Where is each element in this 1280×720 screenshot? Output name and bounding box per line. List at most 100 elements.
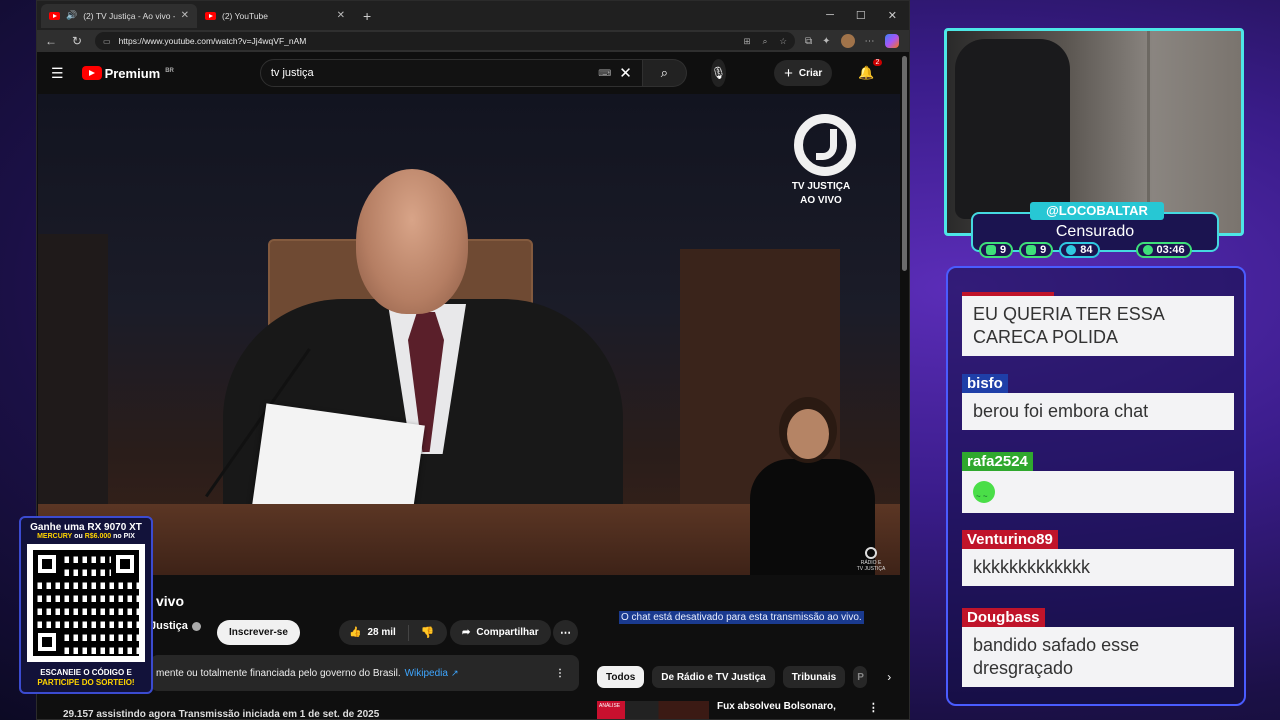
recommended-menu-icon[interactable]: ⋮ bbox=[868, 701, 879, 714]
speaker-icon[interactable]: 🔊 bbox=[66, 10, 77, 21]
promo-sub-d: no PIX bbox=[111, 533, 135, 540]
like-button[interactable]: 👍 28 mil bbox=[339, 624, 409, 641]
search-bar: tv justiça ⌨ ✕ ⌕ bbox=[259, 59, 687, 87]
microphone-icon: 🎙 bbox=[710, 66, 727, 80]
tab-title: (2) YouTube bbox=[222, 10, 268, 21]
chevron-right-icon[interactable]: › bbox=[887, 670, 891, 684]
new-tab-button[interactable]: + bbox=[353, 8, 381, 24]
copilot-icon[interactable] bbox=[884, 34, 899, 48]
create-button[interactable]: + Criar bbox=[774, 60, 833, 86]
zoom-icon[interactable]: ⌕ bbox=[763, 36, 768, 47]
thumbs-up-icon: 👍 bbox=[349, 627, 362, 638]
corner-logo: RÁDIO E TV JUSTIÇA bbox=[856, 547, 886, 572]
tab-tv-justica[interactable]: 🔊 (2) TV Justiça - Ao vivo - You ✕ bbox=[41, 3, 197, 28]
chat-message: rafa2524 bbox=[962, 452, 1234, 513]
site-info-icon[interactable]: ▭ bbox=[103, 37, 111, 46]
video-player[interactable]: TV JUSTIÇA AO VIVO RÁDIO E TV JUSTIÇA bbox=[38, 94, 900, 575]
window-controls: ─ ☐ ✕ bbox=[826, 9, 909, 22]
speaker-head bbox=[356, 169, 468, 314]
chat-username: Venturino89 bbox=[962, 530, 1058, 549]
page-scrollbar[interactable] bbox=[902, 56, 907, 271]
chip-partial[interactable]: P bbox=[853, 666, 868, 688]
maximize-icon[interactable]: ☐ bbox=[856, 9, 866, 22]
more-actions-button[interactable]: ⋯ bbox=[553, 620, 578, 645]
recommended-thumbnail[interactable]: ANÁLISE bbox=[597, 701, 709, 719]
promo-cta-line: PARTICIPE DO SORTEIO! bbox=[37, 678, 135, 687]
subscribe-button[interactable]: Inscrever-se bbox=[217, 620, 300, 645]
chat-disabled-message: O chat está desativado para esta transmi… bbox=[619, 611, 864, 624]
clear-search-icon[interactable]: ✕ bbox=[619, 64, 632, 82]
tab-youtube[interactable]: (2) YouTube ✕ bbox=[197, 4, 353, 28]
stream-status: Censurado bbox=[1055, 223, 1135, 240]
address-toolbar: ← ↻ ▭ https://www.youtube.com/watch?v=Jj… bbox=[37, 30, 909, 52]
youtube-icon bbox=[1026, 245, 1037, 255]
search-input[interactable]: tv justiça ⌨ ✕ bbox=[259, 59, 643, 87]
like-dislike-group: 👍 28 mil 👎 bbox=[339, 620, 447, 645]
info-panel-menu-icon[interactable]: ⋮ bbox=[555, 668, 573, 679]
close-tab-icon[interactable]: ✕ bbox=[337, 10, 345, 21]
tv-justica-logo-icon bbox=[794, 114, 856, 176]
info-panel: mente ou totalmente financiada pelo gove… bbox=[150, 655, 579, 691]
minimize-icon[interactable]: ─ bbox=[826, 9, 834, 22]
share-button[interactable]: ➦ Compartilhar bbox=[450, 620, 551, 645]
menu-dots-icon[interactable]: ⋯ bbox=[865, 36, 875, 47]
qr-finder bbox=[33, 628, 61, 656]
background-door bbox=[1147, 31, 1237, 211]
promo-subline: MERCURY ou R$6.000 no PIX bbox=[21, 533, 151, 540]
gaming-chair bbox=[955, 39, 1070, 219]
recommended-title[interactable]: Fux absolveu Bolsonaro, bbox=[717, 701, 836, 712]
youtube-logo[interactable]: Premium BR bbox=[81, 66, 174, 81]
notifications-button[interactable]: 🔔 2 bbox=[858, 59, 883, 81]
address-bar[interactable]: ▭ https://www.youtube.com/watch?v=Jj4wqV… bbox=[95, 32, 795, 50]
background-panel bbox=[38, 234, 108, 534]
channel-name-text: Justiça bbox=[150, 620, 188, 632]
logo-line: TV JUSTIÇA bbox=[791, 181, 851, 192]
reload-icon[interactable]: ↻ bbox=[69, 34, 85, 48]
promo-sub-b: ou bbox=[72, 533, 85, 540]
youtube-count: 9 bbox=[1040, 244, 1047, 256]
kick-count: 84 bbox=[1080, 244, 1093, 256]
tv-justica-logo-text: TV JUSTIÇA AO VIVO bbox=[786, 180, 856, 208]
recommended-video[interactable]: ANÁLISE Fux absolveu Bolsonaro, ⋮ bbox=[597, 701, 879, 719]
verified-icon bbox=[191, 621, 201, 631]
back-icon[interactable]: ← bbox=[43, 34, 59, 48]
collections-icon[interactable]: ✦ bbox=[822, 36, 830, 47]
close-tab-icon[interactable]: ✕ bbox=[181, 10, 189, 21]
favorite-star-icon[interactable]: ☆ bbox=[779, 36, 787, 47]
profile-avatar[interactable] bbox=[840, 34, 855, 48]
chat-text: berou foi embora chat bbox=[962, 393, 1234, 430]
browser-window: 🔊 (2) TV Justiça - Ao vivo - You ✕ (2) Y… bbox=[36, 0, 910, 720]
keyboard-icon[interactable]: ⌨ bbox=[598, 68, 611, 79]
extensions-icon[interactable]: ⧉ bbox=[805, 36, 812, 47]
chip-radio-tv-justica[interactable]: De Rádio e TV Justiça bbox=[652, 666, 775, 688]
search-button[interactable]: ⌕ bbox=[642, 59, 687, 87]
streamer-handle: @LOCOBALTAR bbox=[1030, 202, 1164, 220]
corner-logo-line: TV JUSTIÇA bbox=[856, 566, 886, 572]
chat-username: Dougbass bbox=[962, 608, 1045, 627]
view-count: 29.157 assistindo agora Transmissão inic… bbox=[63, 709, 380, 720]
tab-bar: 🔊 (2) TV Justiça - Ao vivo - You ✕ (2) Y… bbox=[37, 1, 909, 30]
qr-finder bbox=[111, 550, 139, 578]
share-icon: ➦ bbox=[462, 627, 471, 638]
app-available-icon[interactable]: ⊞ bbox=[743, 36, 750, 47]
wikipedia-link[interactable]: Wikipedia bbox=[405, 668, 448, 679]
promo-headline: Ganhe uma RX 9070 XT bbox=[30, 522, 142, 533]
search-value: tv justiça bbox=[270, 67, 314, 79]
chat-message: bisfo berou foi embora chat bbox=[962, 374, 1234, 430]
notification-badge: 2 bbox=[872, 59, 883, 66]
twitch-count: 9 bbox=[1000, 244, 1007, 256]
promo-sub-c: R$6.000 bbox=[84, 533, 112, 540]
chip-todos[interactable]: Todos bbox=[597, 666, 645, 688]
voice-search-button[interactable]: 🎙 bbox=[710, 59, 727, 87]
thumbs-down-icon: 👎 bbox=[420, 627, 435, 639]
youtube-play-icon bbox=[81, 66, 102, 80]
dislike-button[interactable]: 👎 bbox=[409, 626, 447, 639]
close-window-icon[interactable]: ✕ bbox=[888, 9, 897, 22]
chip-tribunais[interactable]: Tribunais bbox=[782, 666, 846, 688]
share-label: Compartilhar bbox=[476, 627, 539, 638]
giveaway-promo: Ganhe uma RX 9070 XT MERCURY ou R$6.000 … bbox=[19, 516, 153, 694]
qr-finder bbox=[33, 550, 61, 578]
channel-name[interactable]: Justiça bbox=[150, 620, 201, 632]
interpreter-head bbox=[787, 409, 829, 459]
hamburger-menu-icon[interactable]: ☰ bbox=[51, 65, 64, 82]
